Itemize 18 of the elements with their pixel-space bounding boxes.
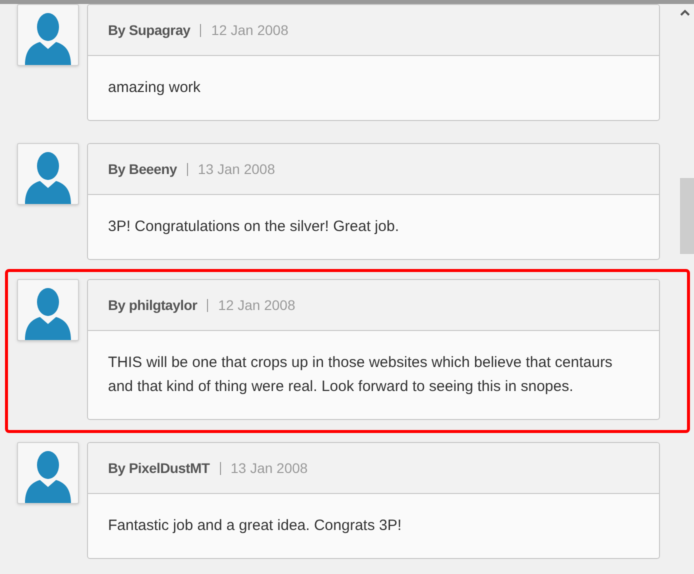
user-silhouette-icon: [23, 286, 73, 340]
comment-author[interactable]: By philgtaylor: [108, 294, 198, 316]
comment-text: Fantastic job and a great idea. Congrats 3P!: [108, 516, 403, 536]
comment-author[interactable]: By Beeeny: [108, 158, 177, 180]
comment-text: 3P! Congratulations on the silver! Great job.: [108, 217, 400, 237]
comment-date: 12 Jan 2008: [211, 20, 288, 40]
user-silhouette-icon: [23, 150, 73, 204]
comment-text: THIS will be one that crops up in those websites which believe that centaurs and that kind of thing were real. Look forward to seeing this in snopes.: [108, 353, 614, 397]
comment-date: 13 Jan 2008: [198, 160, 275, 178]
scroll-up-icon[interactable]: [680, 8, 690, 16]
comment-author[interactable]: By Supagray: [108, 20, 190, 40]
user-silhouette-icon: [23, 11, 73, 65]
comment-text: amazing work: [108, 78, 202, 98]
scrollbar-thumb[interactable]: [680, 178, 694, 254]
comment-date: 12 Jan 2008: [218, 296, 296, 314]
comment-author[interactable]: By PixelDustMT: [108, 458, 210, 478]
comment-date: 13 Jan 2008: [230, 458, 308, 478]
user-silhouette-icon: [23, 449, 73, 503]
